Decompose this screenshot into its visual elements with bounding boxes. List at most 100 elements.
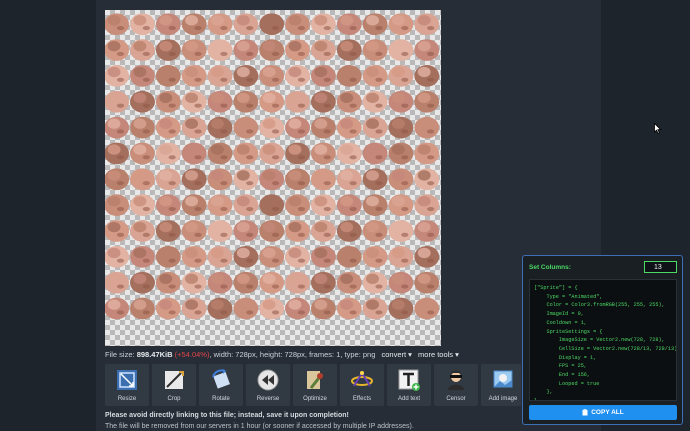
rotate-tool-button[interactable]: Rotate (199, 364, 243, 406)
sprite-frame (105, 271, 130, 294)
optimize-icon (307, 371, 324, 389)
sprite-frame (155, 39, 181, 61)
sprite-frame (285, 13, 310, 36)
sprite-frame (362, 116, 388, 139)
sprite-frame (105, 220, 130, 242)
optimize-tool-button[interactable]: Optimize (293, 364, 337, 406)
sprite-frame (310, 168, 336, 191)
sprite-frame (181, 65, 207, 87)
sprite-frame (414, 168, 440, 191)
sprite-frame (207, 168, 233, 191)
sprite-frame (130, 297, 155, 320)
reverse-label: Reverse (256, 396, 280, 402)
sprite-frame (259, 168, 285, 191)
sprite-frame (310, 13, 336, 36)
sprite-frame (233, 142, 259, 165)
sprite-frame (233, 220, 259, 242)
crop-tool-button[interactable]: Crop (152, 364, 196, 406)
sprite-frame (259, 65, 285, 87)
sprite-frame (414, 220, 440, 242)
sprite-frame (388, 220, 414, 242)
sprite-frame (336, 13, 362, 36)
sprite-frame (310, 39, 336, 61)
tool-bar: Resize Crop Rotate Reverse Optimize Effe… (105, 364, 521, 406)
sprite-frame (336, 220, 362, 242)
sprite-frame (181, 142, 207, 165)
sprite-frame (207, 13, 233, 36)
sprite-frame (181, 90, 207, 113)
sprite-frame (310, 65, 336, 87)
censor-tool-button[interactable]: Censor (434, 364, 478, 406)
sprite-frame (285, 271, 310, 294)
sprite-frame (105, 297, 130, 320)
sprite-frame (181, 220, 207, 242)
add-image-tool-button[interactable]: Add image (481, 364, 521, 406)
sprite-frame (362, 142, 388, 165)
sprite-frame (181, 245, 207, 268)
sprite-frame (285, 142, 310, 165)
sprite-grid (105, 13, 440, 320)
sprite-frame (130, 245, 155, 268)
sprite-frame (285, 245, 310, 268)
effects-tool-button[interactable]: Effects (340, 364, 384, 406)
copy-all-button[interactable]: COPY ALL (529, 405, 677, 420)
sprite-code-panel: Set Columns: ["Sprite"] = { Type = "Anim… (522, 255, 683, 425)
sprite-frame (207, 65, 233, 87)
sprite-frame (207, 90, 233, 113)
sprite-frame (285, 116, 310, 139)
resize-tool-button[interactable]: Resize (105, 364, 149, 406)
add-text-label: Add text (397, 396, 420, 402)
sprite-frame (155, 194, 181, 216)
reverse-tool-button[interactable]: Reverse (246, 364, 290, 406)
sprite-frame (259, 39, 285, 61)
sprite-sheet-preview (105, 10, 441, 346)
sprite-frame (181, 168, 207, 191)
sprite-frame (130, 142, 155, 165)
sprite-frame (130, 194, 155, 216)
sprite-frame (414, 116, 440, 139)
sprite-frame (414, 90, 440, 113)
convert-dropdown[interactable]: convert ▾ (381, 350, 411, 359)
sprite-frame (336, 65, 362, 87)
columns-input[interactable] (644, 261, 677, 273)
sprite-frame (414, 142, 440, 165)
sprite-frame (414, 65, 440, 87)
sprite-frame (233, 271, 259, 294)
file-size-change: (+54.04%) (174, 350, 210, 359)
sprite-frame (207, 297, 233, 320)
sprite-frame (130, 271, 155, 294)
sprite-frame (310, 245, 336, 268)
sprite-frame (155, 220, 181, 242)
sprite-frame (181, 194, 207, 216)
sprite-frame (388, 142, 414, 165)
sprite-frame (336, 39, 362, 61)
sprite-frame (336, 168, 362, 191)
file-info: File size: 898.47KiB (+54.04%), width: 7… (105, 350, 459, 359)
sprite-frame (233, 39, 259, 61)
sprite-frame (233, 90, 259, 113)
sprite-frame (362, 245, 388, 268)
sprite-frame (155, 168, 181, 191)
more-tools-dropdown[interactable]: more tools ▾ (418, 350, 459, 359)
sprite-frame (310, 194, 336, 216)
sprite-frame (259, 90, 285, 113)
sprite-frame (105, 90, 130, 113)
code-output[interactable]: ["Sprite"] = { Type = "Animated", Color … (529, 279, 677, 401)
sprite-frame (105, 194, 130, 216)
sprite-frame (105, 13, 130, 36)
sprite-frame (207, 194, 233, 216)
sprite-frame (336, 271, 362, 294)
add-text-tool-button[interactable]: Add text (387, 364, 431, 406)
sprite-frame (207, 39, 233, 61)
sprite-frame (105, 142, 130, 165)
add-text-icon (398, 369, 420, 391)
sprite-frame (388, 271, 414, 294)
sprite-frame (181, 13, 207, 36)
sprite-frame (181, 116, 207, 139)
sprite-frame (233, 168, 259, 191)
crop-label: Crop (167, 396, 181, 402)
sprite-frame (362, 13, 388, 36)
set-columns-label: Set Columns: (529, 264, 571, 271)
sprite-frame (362, 297, 388, 320)
sprite-frame (155, 245, 181, 268)
